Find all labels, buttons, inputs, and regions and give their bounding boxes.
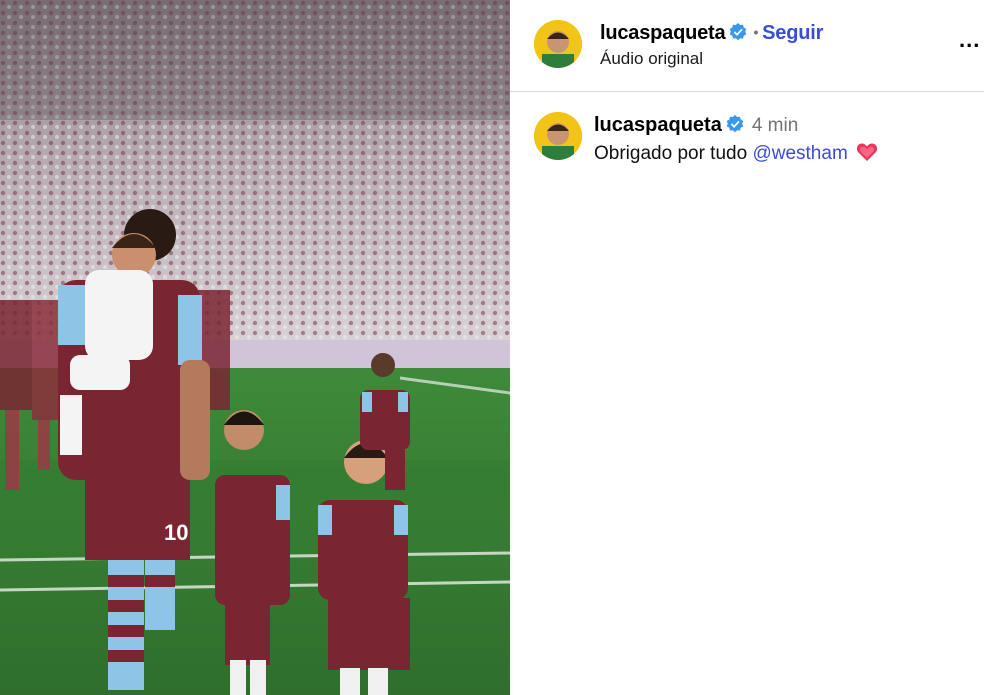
avatar[interactable] (534, 20, 582, 68)
audio-link[interactable]: Áudio original (600, 49, 703, 69)
verified-badge-icon (729, 23, 747, 47)
follow-button[interactable]: Seguir (762, 22, 823, 44)
svg-text:10: 10 (164, 520, 188, 545)
post-details-panel: lucaspaqueta • Seguir Áudio original ... l… (510, 0, 984, 695)
comment-author: lucaspaqueta 4 min (594, 114, 798, 139)
video-frame: 10 (0, 0, 510, 695)
post-header: lucaspaqueta • Seguir Áudio original ... (510, 0, 984, 92)
username-link[interactable]: lucaspaqueta (600, 22, 726, 44)
mention-link[interactable]: @westham (752, 143, 847, 164)
caption-body: Obrigado por tudo (594, 143, 748, 164)
verified-badge-icon (726, 115, 744, 139)
username-link[interactable]: lucaspaqueta (594, 114, 722, 136)
post-video[interactable]: 10 (0, 0, 510, 695)
comment-timestamp[interactable]: 4 min (752, 115, 798, 136)
avatar[interactable] (534, 112, 582, 160)
post-author: lucaspaqueta • Seguir (600, 22, 823, 47)
more-options-icon[interactable]: ... (959, 29, 980, 51)
caption-text: Obrigado por tudo @westham (594, 142, 878, 168)
heart-icon (856, 142, 878, 168)
separator-dot: • (753, 24, 759, 40)
